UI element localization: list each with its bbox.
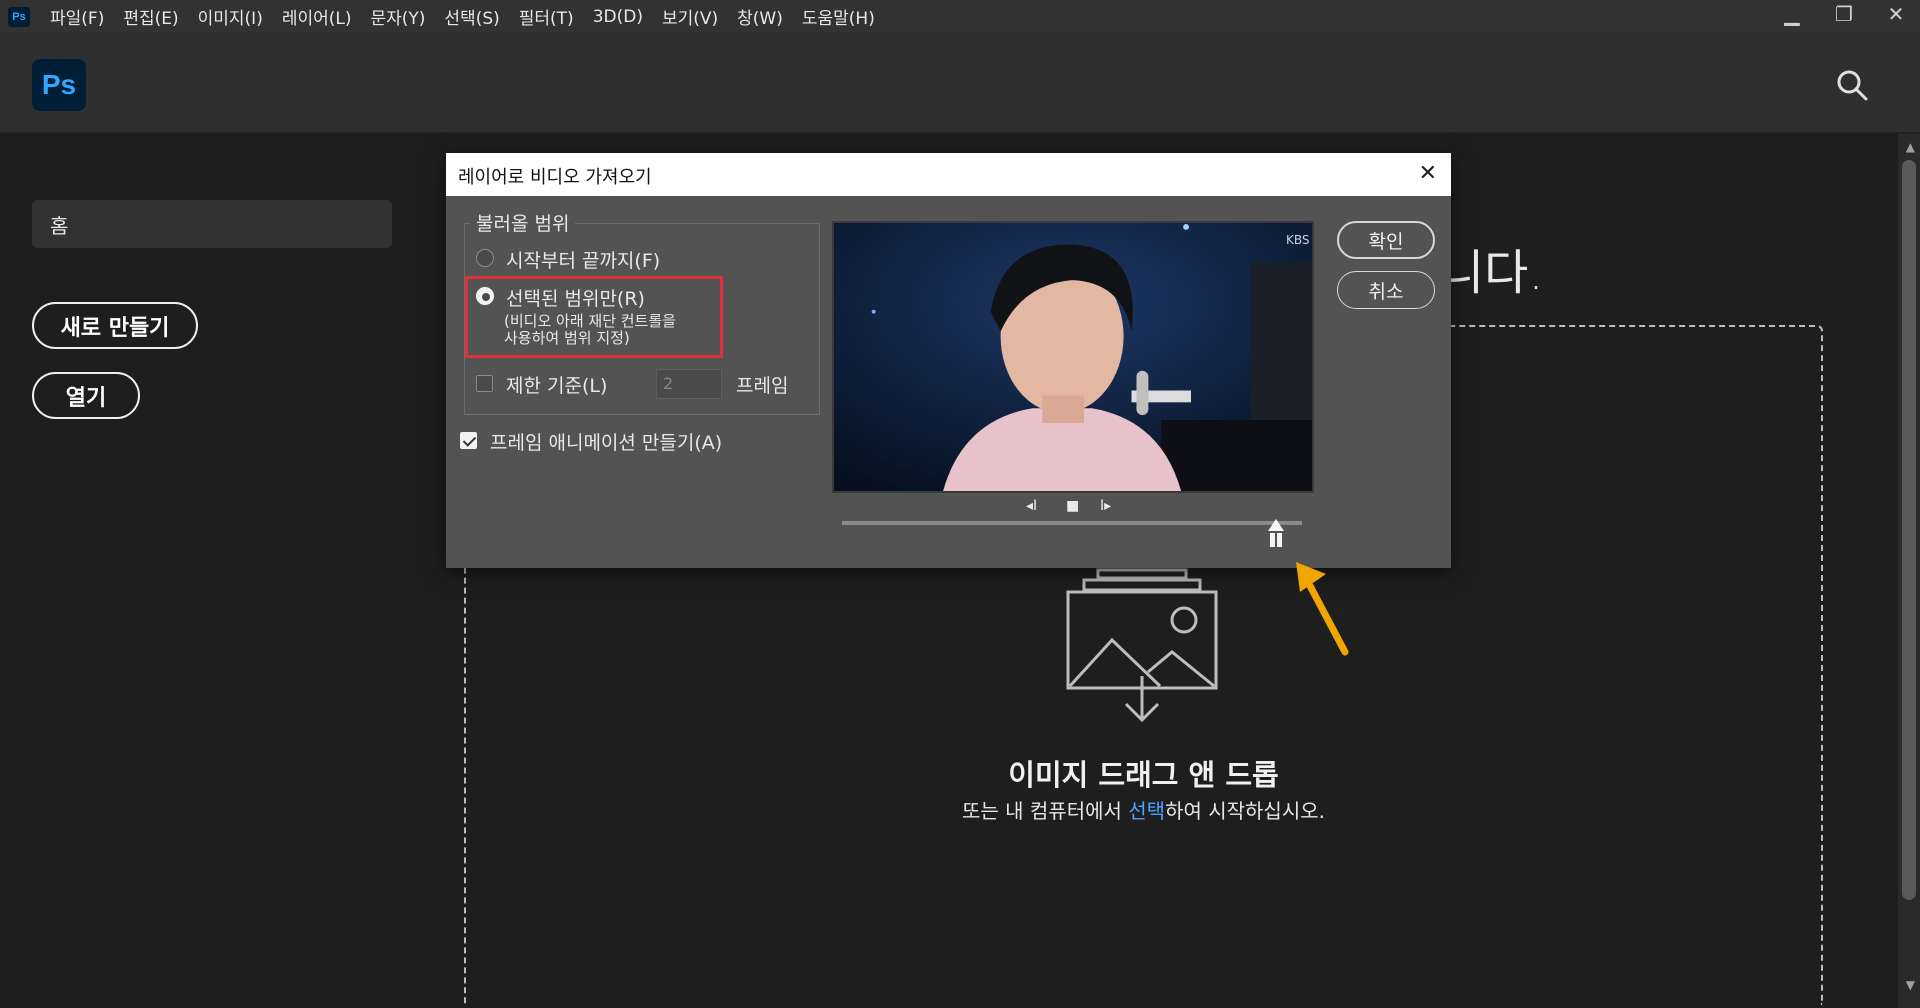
menu-window[interactable]: 창(W) (737, 4, 783, 29)
ok-button[interactable]: 확인 (1337, 221, 1435, 259)
drop-zone-title: 이미지 드래그 앤 드롭 (1008, 758, 1279, 792)
limit-unit-label: 프레임 (736, 375, 789, 397)
limit-frames-input[interactable]: 2 (656, 369, 722, 399)
open-file-button[interactable]: 열기 (32, 372, 140, 419)
select-file-link[interactable]: 선택 (1128, 799, 1165, 823)
menu-bar: Ps 파일(F) 편집(E) 이미지(I) 레이어(L) 문자(Y) 선택(S)… (0, 0, 1920, 33)
menu-view[interactable]: 보기(V) (662, 4, 718, 29)
cancel-button[interactable]: 취소 (1337, 271, 1435, 309)
option-all-label[interactable]: 시작부터 끝까지(F) (506, 246, 660, 273)
dialog-close-icon[interactable]: ✕ (1419, 161, 1437, 186)
video-preview (832, 221, 1314, 493)
menu-file[interactable]: 파일(F) (50, 4, 104, 29)
window-controls: ▁ ❐ ✕ (1764, 0, 1920, 33)
menu-select[interactable]: 선택(S) (444, 4, 499, 29)
range-group-title: 불러올 범위 (470, 209, 576, 236)
trim-handles[interactable] (1268, 533, 1284, 547)
home-header: Ps (0, 33, 1920, 133)
close-window-button[interactable]: ✕ (1872, 0, 1920, 28)
next-frame-button[interactable]: I▸ (1100, 498, 1111, 514)
menu-help[interactable]: 도움말(H) (802, 4, 875, 29)
image-upload-icon (1066, 568, 1218, 723)
option-selected-label[interactable]: 선택된 범위만(R) (506, 284, 645, 311)
preview-badge: KBS (1286, 233, 1310, 247)
annotation-arrow-icon (1296, 562, 1349, 656)
restore-button[interactable]: ❐ (1820, 0, 1868, 28)
scroll-up-icon[interactable]: ▲ (1906, 140, 1915, 154)
trim-timeline[interactable] (842, 521, 1302, 525)
dialog-titlebar: 레이어로 비디오 가져오기 ✕ (446, 153, 1451, 196)
stop-button[interactable]: ■ (1066, 498, 1079, 514)
menu-type[interactable]: 문자(Y) (370, 4, 425, 29)
menu-edit[interactable]: 편집(E) (123, 4, 178, 29)
prev-frame-button[interactable]: ◂I (1026, 498, 1037, 514)
radio-selected-range[interactable] (476, 287, 494, 305)
minimize-button[interactable]: ▁ (1768, 0, 1816, 28)
make-animation-label[interactable]: 프레임 애니메이션 만들기(A) (490, 428, 722, 455)
sidebar-item-home[interactable]: 홈 (32, 200, 392, 248)
limit-checkbox[interactable] (476, 375, 493, 392)
new-file-button[interactable]: 새로 만들기 (32, 302, 198, 349)
menu-image[interactable]: 이미지(I) (198, 4, 263, 29)
radio-all-frames[interactable] (476, 249, 494, 267)
search-icon[interactable] (1834, 67, 1870, 103)
drop-sub-suffix: 하여 시작하십시오. (1165, 799, 1325, 823)
dialog-title: 레이어로 비디오 가져오기 (458, 167, 652, 188)
home-title-fragment: 니다. (1440, 245, 1544, 301)
option-selected-hint-1: (비디오 아래 재단 컨트롤을 (504, 312, 676, 330)
photoshop-logo: Ps (32, 59, 86, 111)
drop-sub-prefix: 또는 내 컴퓨터에서 (961, 799, 1129, 823)
make-animation-checkbox[interactable] (460, 432, 477, 449)
limit-label[interactable]: 제한 기준(L) (506, 371, 607, 398)
import-video-dialog: 레이어로 비디오 가져오기 ✕ 불러올 범위 시작부터 끝까지(F) 선택된 범… (446, 153, 1451, 568)
menu-3d[interactable]: 3D(D) (593, 7, 643, 27)
drop-zone-subtitle: 또는 내 컴퓨터에서 선택하여 시작하십시오. (464, 795, 1823, 824)
app-icon: Ps (8, 6, 30, 27)
playhead-handle[interactable] (1268, 519, 1284, 531)
menu-filter[interactable]: 필터(T) (519, 4, 574, 29)
scroll-down-icon[interactable]: ▼ (1906, 978, 1915, 992)
scrollbar-thumb[interactable] (1902, 160, 1916, 900)
option-selected-hint-2: 사용하여 범위 지정) (504, 329, 630, 347)
menu-layer[interactable]: 레이어(L) (282, 4, 352, 29)
